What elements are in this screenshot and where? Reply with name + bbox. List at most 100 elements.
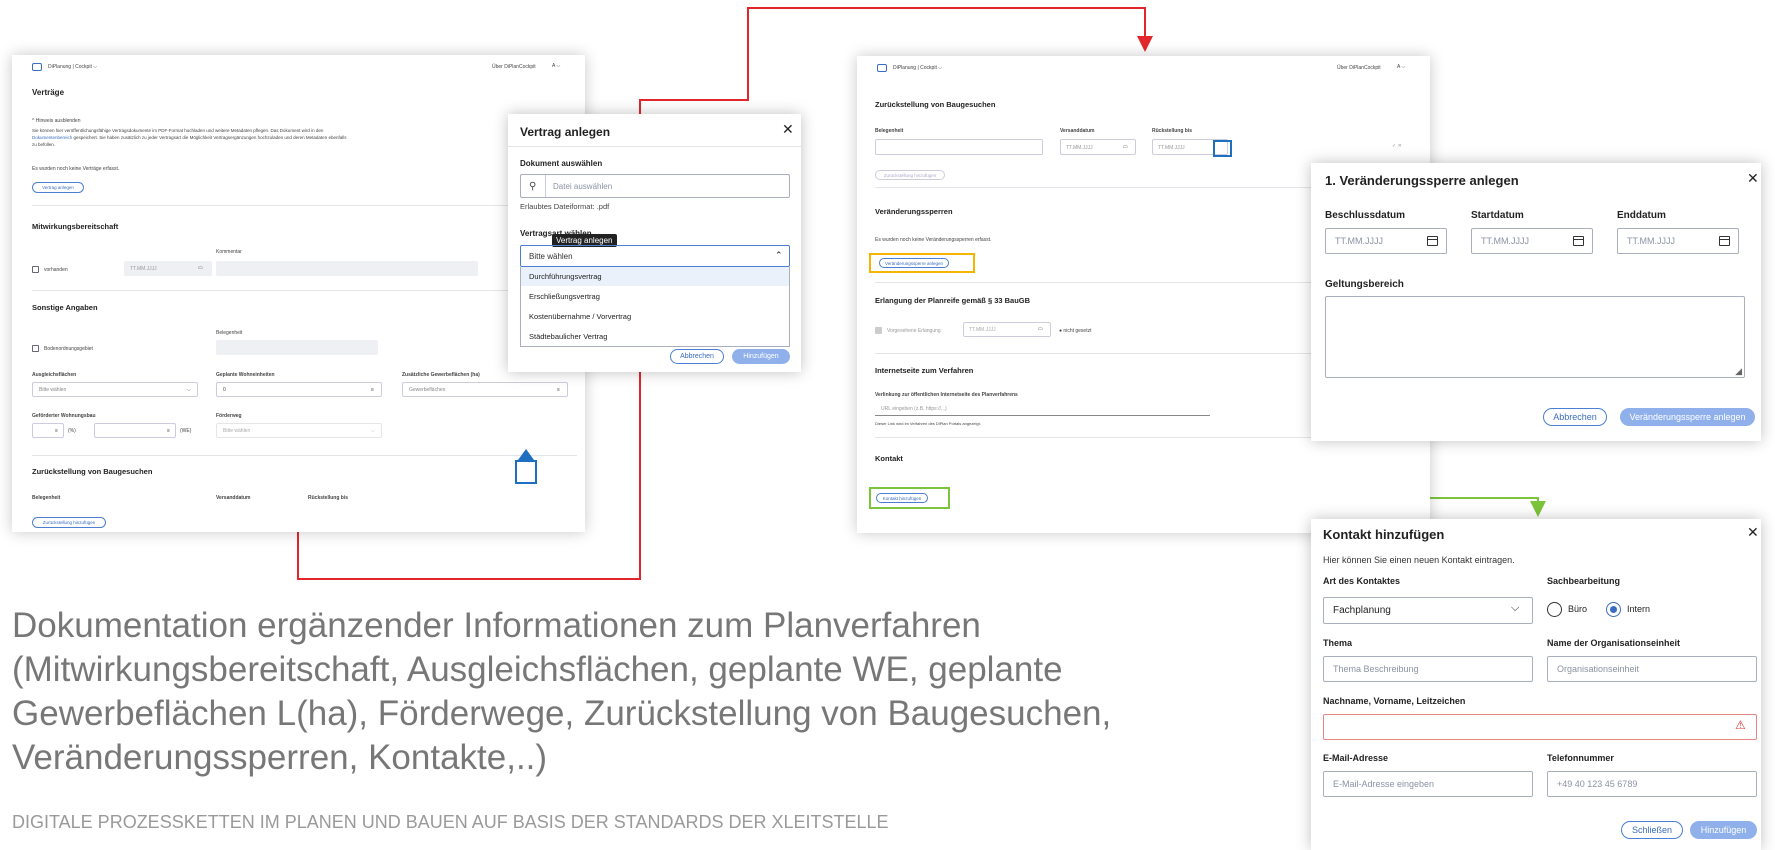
hint-text-2: Dokumentenbereich gespeichert. Sie haben… xyxy=(32,135,347,140)
foerderweg-select[interactable]: Bitte wählen ⌵ xyxy=(216,423,382,438)
doc-label: Dokument auswählen xyxy=(520,159,603,168)
vorhanden-label: vorhanden xyxy=(44,267,68,273)
zurueckstellung-add-button[interactable]: Zurückstellung hinzufügen xyxy=(875,170,945,180)
vs-add-highlight xyxy=(869,253,975,273)
option-staedtebaulich[interactable]: Städtebaulicher Vertrag xyxy=(521,326,789,346)
file-select-input[interactable]: ⚲ Datei auswählen xyxy=(520,174,790,198)
about-link[interactable]: Über DiPlanCockpit xyxy=(1337,65,1381,71)
calendar-icon: ▭ xyxy=(1123,144,1128,150)
web-label: Verlinkung zur öffentlichen Internetseit… xyxy=(875,392,1018,398)
dialog-title: 1. Veränderungssperre anlegen xyxy=(1325,173,1519,188)
search-icon: ⚲ xyxy=(529,181,537,192)
option-kostenuebernahme[interactable]: Kostenübernahme / Vorvertrag xyxy=(521,306,789,326)
email-label: E-Mail-Adresse xyxy=(1323,753,1389,763)
org-input[interactable]: Organisationseinheit xyxy=(1547,656,1757,682)
gewerbe-input[interactable]: Gewerbeflächen ≡ xyxy=(402,382,568,397)
warning-icon: ⚠ xyxy=(1735,718,1746,732)
calendar-icon[interactable] xyxy=(1427,236,1438,246)
close-icon[interactable]: ✕ xyxy=(782,121,794,138)
kommentar-label: Kommentar xyxy=(216,249,242,255)
mitwirkung-date-input[interactable]: TT.MM.JJJJ ▭ xyxy=(124,261,212,276)
vs-empty: Es wurden noch keine Veränderungssperren… xyxy=(875,237,992,243)
web-hint: Dieser Link wird im Verfahren des DiPlan… xyxy=(875,421,981,426)
radio-buero[interactable] xyxy=(1547,602,1562,617)
user-icon[interactable]: A ⌵ xyxy=(1397,64,1405,70)
vertrag-anlegen-dialog: Vertrag anlegen ✕ Dokument auswählen ⚲ D… xyxy=(508,114,801,372)
col-belegenheit: Belegenheit xyxy=(32,495,61,501)
radio-buero-label: Büro xyxy=(1568,604,1588,614)
thema-input[interactable]: Thema Beschreibung xyxy=(1323,656,1533,682)
dokumentenbereich-link[interactable]: Dokumentenbereich xyxy=(32,135,72,140)
col-versanddatum: Versanddatum xyxy=(216,495,251,501)
bodenordnung-checkbox[interactable] xyxy=(32,345,39,352)
about-link[interactable]: Über DiPlanCockpit xyxy=(492,64,536,70)
geltung-label: Geltungsbereich xyxy=(1325,279,1404,290)
option-durchfuehrung[interactable]: Durchführungsvertrag xyxy=(521,267,789,286)
vorhanden-checkbox[interactable] xyxy=(32,266,39,273)
scroll-marker-arrow xyxy=(518,449,534,460)
kontakt-dialog: Kontakt hinzufügen ✕ Hier können Sie ein… xyxy=(1311,519,1761,850)
cancel-button[interactable]: Abbrechen xyxy=(1543,408,1607,426)
web-url-input[interactable]: URL eingeben (z.B. https://...) xyxy=(875,401,1210,416)
email-input[interactable]: E-Mail-Adresse eingeben xyxy=(1323,771,1533,797)
option-erschliessung[interactable]: Erschließungsvertrag xyxy=(521,286,789,306)
hint-toggle[interactable]: ^ Hinweis ausblenden xyxy=(32,118,81,124)
tel-input[interactable]: +49 40 123 45 6789 xyxy=(1547,771,1757,797)
sach-label: Sachbearbeitung xyxy=(1547,576,1621,586)
wohneinheiten-input[interactable]: 0 ≡ xyxy=(216,382,382,397)
we-unit: (WE) xyxy=(180,428,192,434)
close-icon[interactable]: ✕ xyxy=(1747,524,1759,541)
brand-link[interactable]: DiPlanung | Cockpit ⌵ xyxy=(893,65,942,71)
belegenheit-input[interactable] xyxy=(216,340,378,355)
wohnungsbau-we-input[interactable]: ≡ xyxy=(94,423,176,438)
start-label: Startdatum xyxy=(1471,210,1524,221)
chevron-up-icon: ⌃ xyxy=(775,250,783,260)
check-icon[interactable]: ✓ ✕ xyxy=(1392,143,1402,149)
zurueckstellung-add-button[interactable]: Zurückstellung hinzufügen xyxy=(32,517,106,528)
diplanung-logo-icon xyxy=(32,63,42,71)
close-button[interactable]: Schließen xyxy=(1621,821,1683,839)
beschluss-label: Beschlussdatum xyxy=(1325,210,1406,221)
art-label: Art des Kontaktes xyxy=(1323,576,1401,586)
ausgleich-label: Ausgleichsflächen xyxy=(32,372,77,378)
brand-link[interactable]: DiPlanung | Cockpit ⌵ xyxy=(48,64,97,70)
app-header: DiPlanung | Cockpit ⌵ Über DiPlanCockpit… xyxy=(12,55,585,79)
org-label: Name der Organisationseinheit xyxy=(1547,638,1681,648)
thema-label: Thema xyxy=(1323,638,1353,648)
contract-type-options: Durchführungsvertrag Erschließungsvertra… xyxy=(520,267,790,347)
belegenheit-input[interactable] xyxy=(875,139,1043,155)
radio-intern-label: Intern xyxy=(1627,604,1651,614)
calendar-highlight-icon[interactable] xyxy=(1213,140,1232,157)
headline: Dokumentation ergänzender Informationen … xyxy=(12,606,1112,777)
add-button[interactable]: Hinzufügen xyxy=(732,349,790,364)
geltung-textarea[interactable]: ◢ xyxy=(1325,296,1745,378)
cancel-button[interactable]: Abbrechen xyxy=(670,349,724,364)
gewerbe-label: Zusätzliche Gewerbeflächen (ha) xyxy=(402,372,480,378)
versanddatum-input[interactable]: TT.MM.JJJJ ▭ xyxy=(1060,139,1136,155)
vertrag-anlegen-button[interactable]: Vertrag anlegen xyxy=(32,182,84,193)
contract-type-select[interactable]: Bitte wählen ⌃ xyxy=(520,245,790,267)
bodenordnung-label: Bodenordnungsgebiet xyxy=(44,346,93,352)
wohnungsbau-pct-input[interactable]: ≡ xyxy=(32,423,64,438)
tel-label: Telefonnummer xyxy=(1547,753,1614,763)
close-icon[interactable]: ✕ xyxy=(1747,170,1759,187)
user-icon[interactable]: A ⌵ xyxy=(552,63,560,69)
calendar-icon: ▭ xyxy=(1038,326,1043,332)
dialog-subtitle: Hier können Sie einen neuen Kontakt eint… xyxy=(1323,555,1515,565)
radio-intern[interactable] xyxy=(1606,602,1621,617)
submit-button[interactable]: Veränderungssperre anlegen xyxy=(1620,408,1755,426)
kontakt-title: Kontakt xyxy=(875,454,903,463)
art-select[interactable]: Fachplanung xyxy=(1323,597,1533,624)
planreife-checkbox[interactable] xyxy=(875,327,882,334)
planreife-date-input: TT.MM.JJJJ ▭ xyxy=(963,322,1051,337)
name-input[interactable] xyxy=(1323,714,1757,740)
calendar-icon[interactable] xyxy=(1719,236,1730,246)
diplanung-logo-icon xyxy=(877,64,887,72)
kommentar-input[interactable] xyxy=(216,261,478,276)
hint-text-3: zu befüllen. xyxy=(32,142,56,147)
screenshot-vertraege: DiPlanung | Cockpit ⌵ Über DiPlanCockpit… xyxy=(12,55,585,532)
ausgleich-select[interactable]: Bitte wählen ⌵ xyxy=(32,382,198,397)
calendar-icon[interactable] xyxy=(1573,236,1584,246)
add-button[interactable]: Hinzufügen xyxy=(1690,821,1757,839)
resize-handle-icon[interactable]: ◢ xyxy=(1735,366,1742,377)
